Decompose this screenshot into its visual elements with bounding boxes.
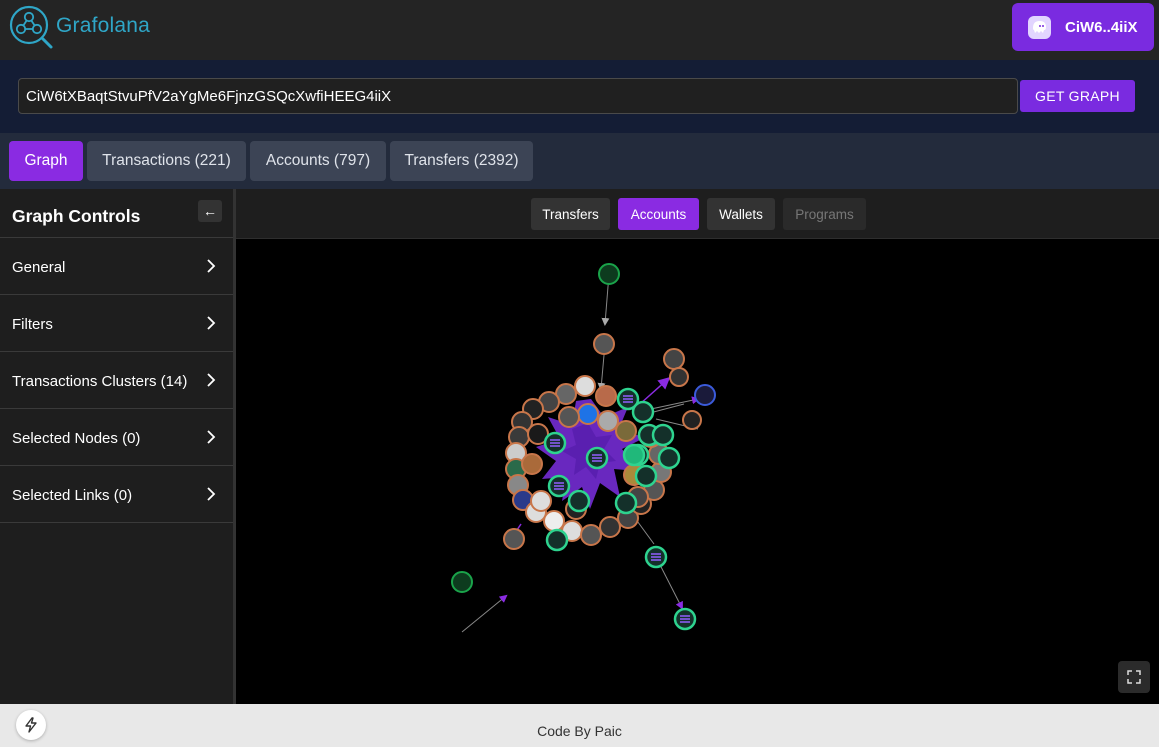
- fullscreen-button[interactable]: [1118, 661, 1150, 693]
- sidebar-item-selected-nodes[interactable]: Selected Nodes (0): [0, 409, 233, 466]
- view-wallets-button[interactable]: Wallets: [707, 198, 775, 230]
- view-programs-button[interactable]: Programs: [783, 198, 866, 230]
- get-graph-button[interactable]: GET GRAPH: [1020, 80, 1135, 112]
- sidebar-item-label: Selected Links (0): [12, 487, 133, 504]
- graph-area: Transfers Accounts Wallets Programs: [236, 189, 1159, 704]
- chevron-right-icon: [207, 487, 216, 501]
- wallet-button[interactable]: CiW6..4iiX: [1012, 3, 1154, 51]
- chevron-right-icon: [207, 259, 216, 273]
- wallet-address-label: CiW6..4iiX: [1065, 18, 1138, 36]
- sidebar-item-selected-links[interactable]: Selected Links (0): [0, 466, 233, 523]
- footer: Code By Paic: [0, 704, 1159, 747]
- chevron-right-icon: [207, 430, 216, 444]
- graph-search-logo-icon: [9, 5, 53, 49]
- phantom-ghost-icon: [1028, 15, 1051, 39]
- chevron-right-icon: [207, 316, 216, 330]
- address-search-input[interactable]: [18, 78, 1018, 114]
- tab-transactions[interactable]: Transactions (221): [87, 141, 246, 181]
- app-name: Grafolana: [56, 14, 151, 37]
- sidebar-item-label: General: [12, 259, 66, 276]
- graph-canvas[interactable]: [236, 239, 1159, 704]
- sidebar-item-general[interactable]: General: [0, 238, 233, 295]
- sidebar-item-label: Filters: [12, 316, 53, 333]
- view-transfers-button[interactable]: Transfers: [531, 198, 610, 230]
- main-tabs: Graph Transactions (221) Accounts (797) …: [0, 133, 1159, 189]
- tab-transfers[interactable]: Transfers (2392): [390, 141, 533, 181]
- sidebar-item-filters[interactable]: Filters: [0, 295, 233, 352]
- view-accounts-button[interactable]: Accounts: [618, 198, 699, 230]
- graph-controls-sidebar: Graph Controls ← General Filters Transac…: [0, 189, 233, 704]
- top-bar: Grafolana CiW6..4iiX: [0, 0, 1159, 60]
- sidebar-title: Graph Controls: [12, 206, 141, 226]
- collapse-sidebar-button[interactable]: ←: [198, 200, 222, 222]
- fullscreen-icon: [1127, 670, 1141, 684]
- chevron-right-icon: [207, 373, 216, 387]
- sidebar-item-label: Transactions Clusters (14): [12, 373, 188, 390]
- sidebar-item-label: Selected Nodes (0): [12, 430, 141, 447]
- graph-view-toolbar: Transfers Accounts Wallets Programs: [236, 189, 1159, 239]
- search-section: GET GRAPH: [0, 60, 1159, 133]
- tab-accounts[interactable]: Accounts (797): [250, 141, 386, 181]
- tab-graph[interactable]: Graph: [9, 141, 83, 181]
- sidebar-header: Graph Controls ←: [0, 189, 233, 238]
- sidebar-item-transactions-clusters[interactable]: Transactions Clusters (14): [0, 352, 233, 409]
- app-logo[interactable]: Grafolana: [8, 4, 150, 50]
- footer-credit: Code By Paic: [537, 723, 622, 739]
